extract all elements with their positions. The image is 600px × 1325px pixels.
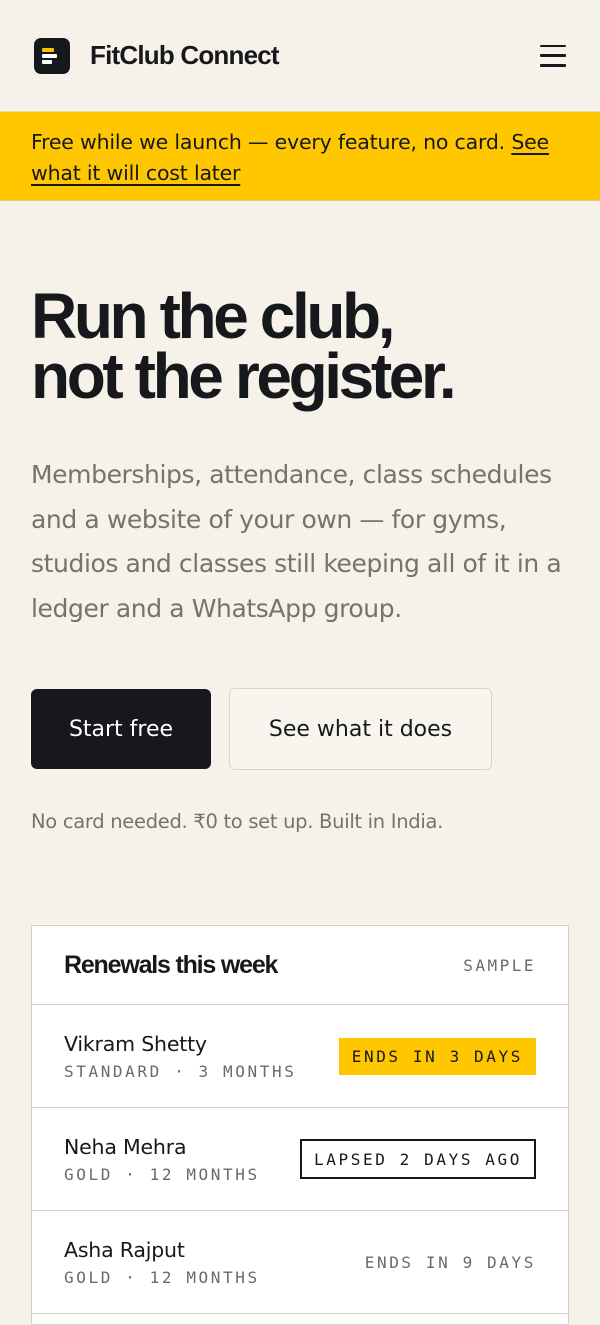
hamburger-menu-icon[interactable]	[540, 44, 566, 67]
hero-subtitle: Memberships, attendance, class schedules…	[31, 460, 562, 623]
renewal-member-info: Asha Rajput GOLD · 12 MONTHS	[64, 1238, 260, 1287]
renewal-member-info: Neha Mehra GOLD · 12 MONTHS	[64, 1135, 260, 1184]
renewals-card-title: Renewals this week	[64, 950, 278, 979]
launch-banner: Free while we launch — every feature, no…	[0, 111, 600, 201]
status-text: ENDS IN 9 DAYS	[364, 1252, 536, 1272]
sample-tag: SAMPLE	[463, 955, 536, 975]
see-what-it-does-button[interactable]: See what it does	[229, 688, 492, 770]
member-name: Neha Mehra	[64, 1134, 187, 1159]
start-free-button[interactable]: Start free	[31, 689, 211, 769]
renewals-card: Renewals this week SAMPLE Vikram Shetty …	[31, 925, 569, 1325]
renewal-row: Vikram Shetty STANDARD · 3 MONTHS ENDS I…	[32, 1005, 568, 1108]
banner-text: Free while we launch — every feature, no…	[31, 130, 512, 154]
member-plan: STANDARD · 3 MONTHS	[64, 1061, 297, 1081]
renewal-member-info: Vikram Shetty STANDARD · 3 MONTHS	[64, 1032, 296, 1081]
site-header: FitClub Connect	[0, 0, 600, 111]
hero-title: Run the club, not the register.	[31, 284, 571, 408]
renewals-card-header: Renewals this week SAMPLE	[32, 926, 568, 1005]
hero-fineprint: No card needed. ₹0 to set up. Built in I…	[31, 810, 444, 833]
member-plan: GOLD · 12 MONTHS	[64, 1164, 260, 1184]
member-plan: GOLD · 12 MONTHS	[64, 1267, 260, 1287]
status-badge: ENDS IN 3 DAYS	[338, 1037, 536, 1075]
hero-title-line-2: not the register.	[31, 340, 457, 412]
status-badge: LAPSED 2 DAYS AGO	[300, 1139, 536, 1179]
member-name: Vikram Shetty	[64, 1031, 207, 1056]
brand[interactable]: FitClub Connect	[34, 37, 280, 74]
member-name: Asha Rajput	[64, 1237, 185, 1262]
brand-name: FitClub Connect	[90, 40, 280, 70]
logo-icon	[34, 37, 70, 74]
renewal-row: Neha Mehra GOLD · 12 MONTHS LAPSED 2 DAY…	[32, 1108, 568, 1211]
